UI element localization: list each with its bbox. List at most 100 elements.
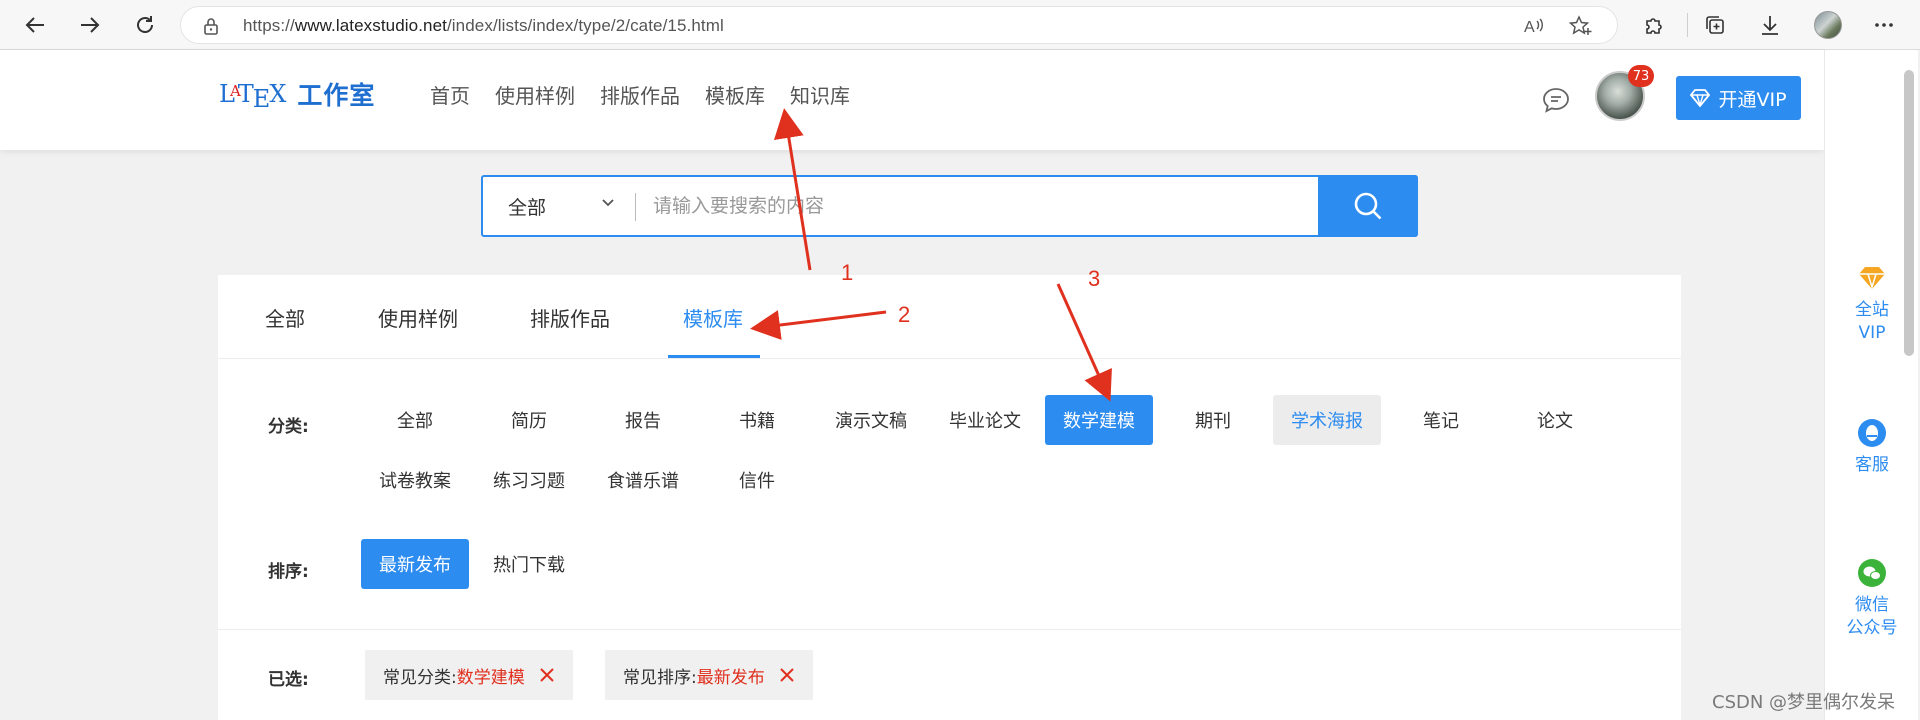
category-math-modeling[interactable]: 数学建模	[1045, 395, 1153, 445]
csdn-watermark: CSDN @梦里偶尔发呆	[1712, 692, 1896, 713]
sidebar-wechat-label-1: 微信	[1855, 595, 1889, 615]
refresh-button[interactable]	[130, 10, 160, 40]
search-icon	[1354, 192, 1382, 220]
more-horizontal-icon	[1875, 23, 1893, 27]
nav-item-home[interactable]: 首页	[430, 80, 470, 109]
sort-popular[interactable]: 热门下载	[475, 539, 583, 589]
url-host: www.latexstudio.net	[294, 16, 447, 35]
vip-diamond-icon	[1859, 267, 1885, 290]
browser-toolbar: https://www.latexstudio.net/index/lists/…	[0, 0, 1920, 50]
template-list-card: 全部 使用样例 排版作品 模板库 分类: 全部 简历 报告 书籍 演示文稿 毕业…	[218, 275, 1681, 720]
close-icon[interactable]	[779, 667, 795, 683]
search-category-select[interactable]: 全部	[483, 177, 633, 235]
latex-logo-mark: LATEX	[219, 80, 286, 113]
sidebar-vip-label-2: VIP	[1858, 323, 1886, 343]
category-book[interactable]: 书籍	[703, 395, 811, 445]
site-header: LATEX 工作室 首页 使用样例 排版作品 模板库 知识库 73 开通VIP	[0, 50, 1824, 150]
search-input[interactable]	[653, 187, 1273, 225]
category-notes[interactable]: 笔记	[1387, 395, 1495, 445]
search-category-value: 全部	[508, 196, 547, 219]
category-all[interactable]: 全部	[361, 395, 469, 445]
diamond-icon	[1690, 89, 1711, 107]
category-exercises[interactable]: 练习习题	[475, 455, 583, 505]
active-tab-indicator	[668, 355, 760, 358]
chosen-filter-sort: 常见排序: 最新发布	[605, 650, 813, 700]
annotation-number-1: 1	[841, 260, 854, 285]
toolbar-divider	[1687, 13, 1688, 37]
filter-divider	[218, 629, 1681, 630]
chip-key: 常见排序:	[623, 667, 697, 688]
forward-button[interactable]	[75, 10, 105, 40]
tab-templates[interactable]: 模板库	[683, 303, 743, 332]
category-recipe-score[interactable]: 食谱乐谱	[589, 455, 697, 505]
category-label: 分类:	[268, 417, 309, 437]
search-bar: 全部	[481, 175, 1418, 237]
svg-text:A: A	[1524, 19, 1535, 36]
read-aloud-icon[interactable]: A	[1523, 16, 1545, 36]
logo-letter-t: T	[237, 80, 254, 108]
refresh-icon	[137, 16, 153, 33]
nav-item-examples[interactable]: 使用样例	[495, 80, 575, 109]
chip-value: 最新发布	[696, 667, 765, 688]
category-thesis[interactable]: 毕业论文	[931, 395, 1039, 445]
search-button[interactable]	[1318, 175, 1418, 237]
chevron-down-icon	[602, 199, 614, 207]
wechat-icon	[1858, 559, 1886, 587]
sidebar-vip-label-1: 全站	[1855, 300, 1889, 320]
lock-icon[interactable]	[203, 17, 219, 35]
nav-item-works[interactable]: 排版作品	[600, 80, 680, 109]
puzzle-icon	[1646, 18, 1662, 34]
extensions-button[interactable]	[1640, 11, 1668, 39]
address-bar[interactable]: https://www.latexstudio.net/index/lists/…	[180, 6, 1618, 44]
category-exam-lesson[interactable]: 试卷教案	[361, 455, 469, 505]
category-paper[interactable]: 论文	[1501, 395, 1609, 445]
download-icon	[1762, 16, 1778, 35]
qq-icon	[1858, 419, 1886, 447]
profile-avatar[interactable]	[1814, 11, 1842, 39]
category-academic-poster[interactable]: 学术海报	[1273, 395, 1381, 445]
page-scrollbar[interactable]	[1904, 70, 1914, 356]
category-resume[interactable]: 简历	[475, 395, 583, 445]
sort-label: 排序:	[268, 562, 309, 582]
category-report[interactable]: 报告	[589, 395, 697, 445]
arrow-right-icon	[81, 17, 100, 33]
back-button[interactable]	[20, 10, 50, 40]
logo-letter-e: E	[252, 85, 271, 113]
add-favorite-icon[interactable]	[1569, 15, 1593, 37]
settings-more-button[interactable]	[1870, 11, 1898, 39]
url-scheme: https://	[243, 16, 295, 35]
category-letter[interactable]: 信件	[703, 455, 811, 505]
tab-all[interactable]: 全部	[265, 303, 305, 332]
site-logo[interactable]: LATEX 工作室	[219, 74, 375, 114]
nav-item-templates[interactable]: 模板库	[705, 80, 765, 109]
chip-value: 数学建模	[456, 667, 525, 688]
sidebar-wechat[interactable]: 微信 公众号	[1825, 558, 1919, 640]
category-presentation[interactable]: 演示文稿	[817, 395, 925, 445]
chosen-filter-category: 常见分类: 数学建模	[365, 650, 573, 700]
chip-key: 常见分类:	[383, 667, 457, 688]
sort-newest[interactable]: 最新发布	[361, 539, 469, 589]
message-icon[interactable]	[1542, 87, 1570, 113]
url-text[interactable]: https://www.latexstudio.net/index/lists/…	[243, 16, 724, 36]
tab-works[interactable]: 排版作品	[530, 303, 610, 332]
content-tabs: 全部 使用样例 排版作品 模板库	[218, 275, 1681, 359]
search-divider	[635, 193, 636, 221]
nav-item-knowledge[interactable]: 知识库	[790, 80, 850, 109]
category-journal[interactable]: 期刊	[1159, 395, 1267, 445]
annotation-number-3: 3	[1088, 266, 1101, 291]
chosen-label: 已选:	[268, 670, 309, 690]
arrow-left-icon	[25, 17, 44, 33]
sidebar-customer-service[interactable]: 客服	[1825, 418, 1919, 477]
url-path: /index/lists/index/type/2/cate/15.html	[446, 16, 724, 35]
downloads-button[interactable]	[1756, 11, 1784, 39]
close-icon[interactable]	[539, 667, 555, 683]
sidebar-service-label: 客服	[1855, 455, 1889, 475]
collections-icon	[1706, 16, 1724, 34]
annotation-number-2: 2	[898, 302, 911, 327]
open-vip-button[interactable]: 开通VIP	[1676, 76, 1801, 120]
tab-examples[interactable]: 使用样例	[378, 303, 458, 332]
sidebar-wechat-label-2: 公众号	[1846, 618, 1898, 638]
collections-button[interactable]	[1701, 11, 1729, 39]
vip-label: 开通VIP	[1718, 88, 1787, 111]
main-nav: 首页 使用样例 排版作品 模板库 知识库	[430, 80, 875, 109]
